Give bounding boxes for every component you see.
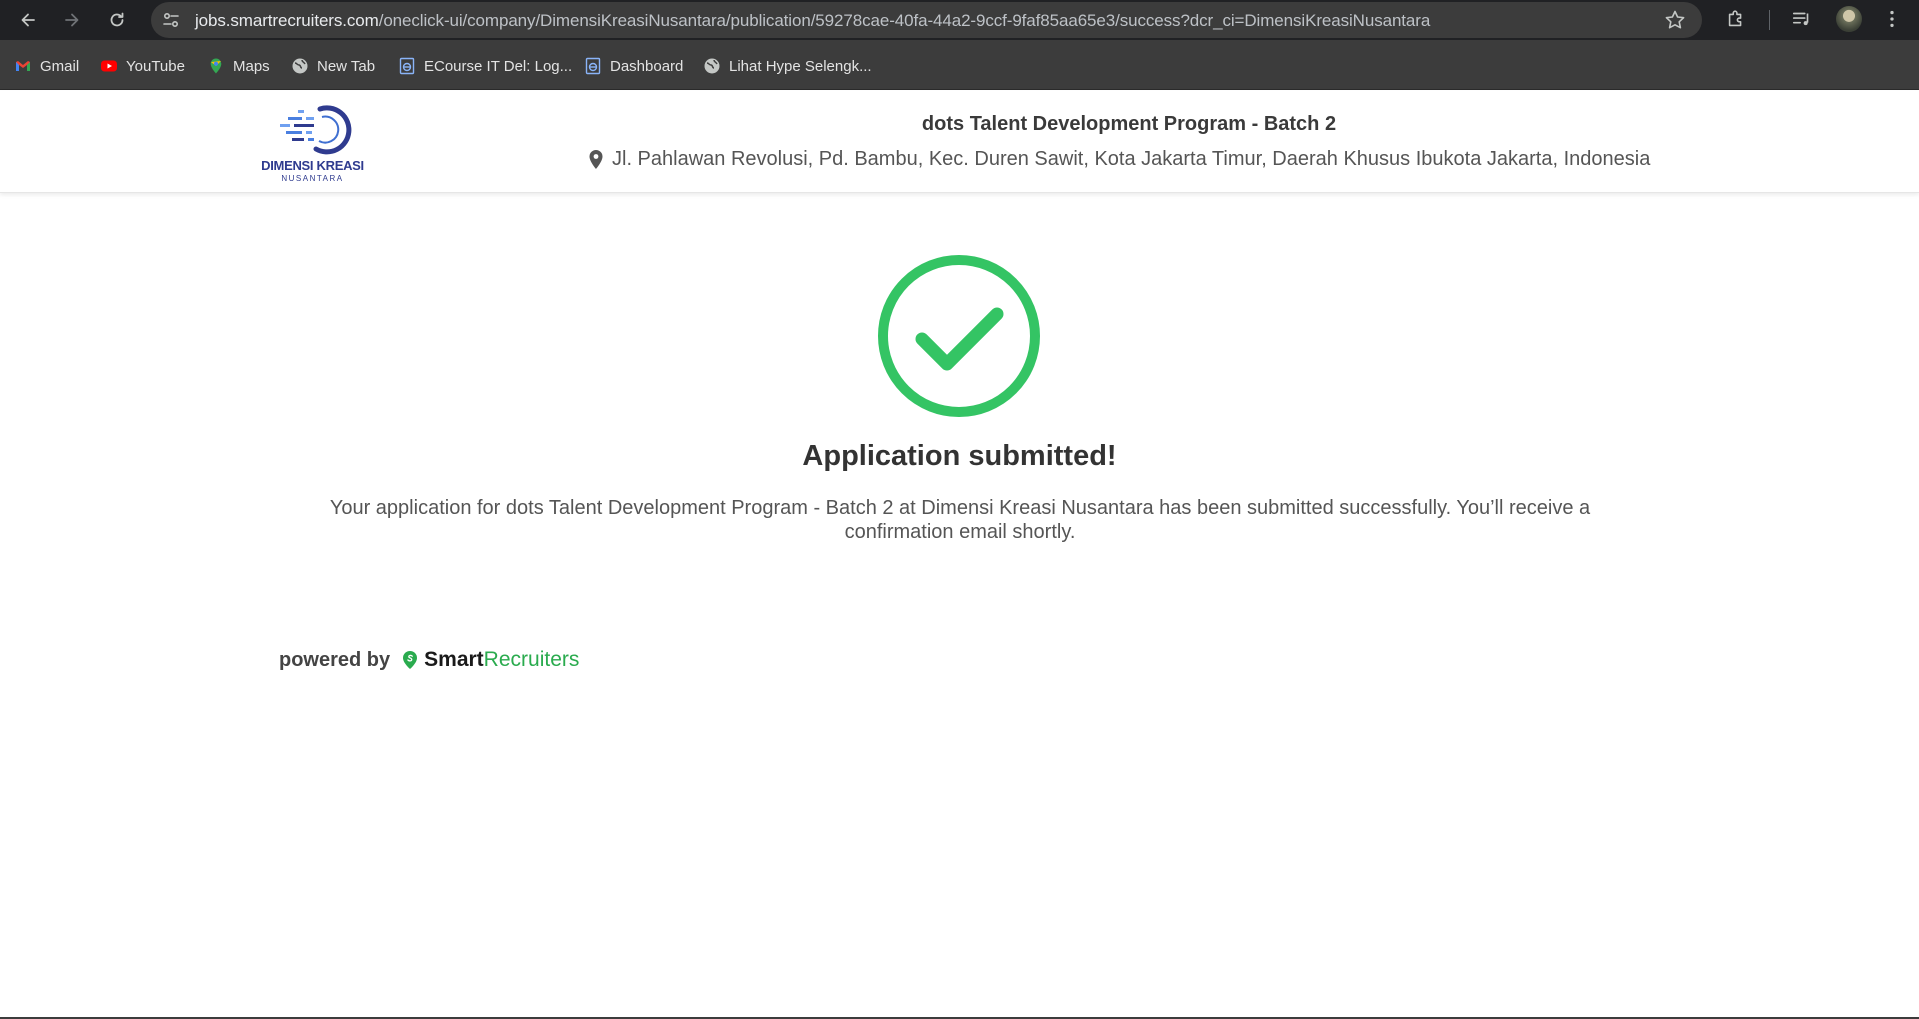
toolbar-divider	[1769, 10, 1770, 30]
bookmark-label: Dashboard	[610, 57, 684, 75]
playlist-icon	[1792, 12, 1809, 26]
logo-text-primary: DIMENSI KREASI	[261, 158, 364, 173]
powered-by-footer: powered by Smart Recruiters	[279, 648, 579, 672]
location-text: Jl. Pahlawan Revolusi, Pd. Bambu, Kec. D…	[612, 148, 1651, 170]
url-host: jobs.smartrecruiters.com	[195, 11, 379, 30]
back-button[interactable]	[14, 6, 42, 34]
site-info-icon[interactable]	[161, 10, 181, 30]
browser-toolbar: jobs.smartrecruiters.com/oneclick-ui/com…	[0, 0, 1919, 40]
bookmark-dashboard[interactable]: Dashboard	[584, 55, 683, 77]
smartrecruiters-pin-icon	[403, 651, 418, 669]
success-title: Application submitted!	[802, 440, 1117, 472]
bookmark-star-icon[interactable]	[1664, 9, 1686, 31]
kebab-menu-icon	[1890, 10, 1894, 28]
location-pin-icon	[589, 150, 603, 169]
bookmark-label: Maps	[233, 57, 270, 75]
job-title: dots Talent Development Program - Batch …	[921, 113, 1337, 135]
puzzle-icon	[1728, 10, 1742, 27]
extensions-button[interactable]	[1724, 7, 1748, 31]
url-path: /oneclick-ui/company/DimensiKreasiNusant…	[378, 11, 1431, 30]
youtube-icon	[101, 60, 117, 72]
ecourse-icon	[585, 57, 601, 75]
logo-text-secondary: NUSANTARA	[281, 174, 344, 183]
brand-smart-text: Smart	[424, 648, 484, 671]
bookmark-label: YouTube	[126, 57, 185, 75]
success-message: Your application for dots Talent Develop…	[329, 497, 1591, 543]
media-control-button[interactable]	[1790, 7, 1814, 31]
globe-icon	[292, 58, 308, 74]
brand-recruiters-text: Recruiters	[483, 648, 580, 671]
bookmark-label: Lihat Hype Selengk...	[729, 57, 872, 75]
arrow-right-icon	[65, 13, 79, 27]
forward-button[interactable]	[58, 6, 86, 34]
bookmark-gmail[interactable]: Gmail	[14, 55, 79, 77]
bookmark-ecourse[interactable]: ECourse IT Del: Log...	[398, 55, 572, 77]
chrome-menu-button[interactable]	[1880, 7, 1904, 31]
bookmark-youtube[interactable]: YouTube	[100, 55, 185, 77]
arrow-left-icon	[21, 13, 35, 27]
bookmark-lihat-hype[interactable]: Lihat Hype Selengk...	[703, 55, 872, 77]
bookmark-maps[interactable]: Maps	[207, 55, 270, 77]
bookmark-new-tab[interactable]: New Tab	[291, 55, 375, 77]
url-text[interactable]: jobs.smartrecruiters.com/oneclick-ui/com…	[195, 11, 1430, 31]
ecourse-icon	[399, 57, 415, 75]
reload-icon	[110, 12, 124, 27]
bookmarks-bar: Gmail YouTube Maps New Tab ECourse IT De…	[0, 40, 1919, 90]
profile-avatar[interactable]	[1836, 6, 1862, 32]
check-circle-icon	[878, 255, 1040, 417]
maps-icon	[210, 58, 222, 74]
gmail-icon	[16, 61, 30, 71]
bookmark-label: ECourse IT Del: Log...	[424, 57, 573, 75]
reload-button[interactable]	[103, 6, 131, 34]
job-header: DIMENSI KREASI NUSANTARA dots Talent Dev…	[0, 91, 1919, 193]
address-bar[interactable]: jobs.smartrecruiters.com/oneclick-ui/com…	[151, 2, 1702, 38]
globe-icon	[704, 58, 720, 74]
bookmark-label: New Tab	[317, 57, 376, 75]
job-location: Jl. Pahlawan Revolusi, Pd. Bambu, Kec. D…	[588, 148, 1650, 171]
smartrecruiters-logo[interactable]: Smart Recruiters	[402, 648, 579, 672]
bookmark-label: Gmail	[40, 57, 80, 75]
powered-by-label: powered by	[279, 648, 391, 671]
